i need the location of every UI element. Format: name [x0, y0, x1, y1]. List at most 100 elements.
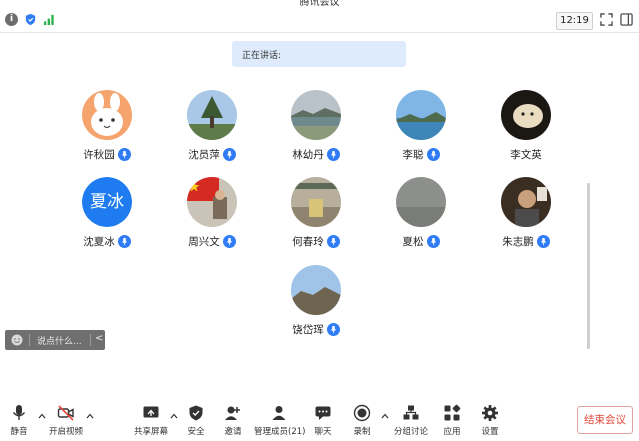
speaking-banner: 正在讲话:: [232, 41, 406, 67]
mute-label: 静音: [10, 427, 28, 437]
meeting-toolbar: 静音 开启视频 共享屏幕 安全 邀请 管理成员(21) 聊天 录制 分组讨论 应…: [0, 400, 639, 441]
invite-label: 邀请: [224, 427, 242, 437]
gray-photo-avatar: [396, 177, 446, 227]
participant-tile[interactable]: 周兴文: [162, 177, 262, 257]
participant-name: 周兴文: [188, 236, 220, 248]
mic-on-icon: [222, 148, 236, 161]
coast-photo-avatar: [291, 90, 341, 140]
mute-button[interactable]: 静音: [5, 404, 33, 438]
shield-icon: [189, 405, 203, 421]
chat-label: 聊天: [314, 427, 332, 437]
manage-members-button[interactable]: 管理成员(21): [254, 404, 305, 438]
participant-name-row: 沈夏冰: [57, 234, 157, 249]
mic-on-icon: [117, 235, 131, 248]
participant-tile[interactable]: 饶岱珲: [266, 265, 366, 345]
participant-tile[interactable]: 李文英: [476, 90, 576, 170]
avatar: [187, 90, 237, 140]
participant-name: 许秋园: [83, 149, 115, 161]
chevron-up-icon[interactable]: [170, 412, 178, 420]
avatar: [82, 90, 132, 140]
chevron-up-icon[interactable]: [38, 412, 46, 420]
shield-icon[interactable]: [24, 13, 37, 26]
start-video-label: 开启视频: [48, 427, 83, 437]
mic-on-icon: [326, 235, 340, 248]
info-icon[interactable]: i: [5, 13, 18, 26]
person-photo-avatar: [501, 177, 551, 227]
emoji-icon[interactable]: [11, 334, 23, 346]
settings-button[interactable]: 设置: [478, 404, 502, 438]
participant-name-row: 饶岱珲: [266, 322, 366, 337]
avatar: [396, 90, 446, 140]
participant-name-row: 沈员萍: [162, 147, 262, 162]
participant-tile[interactable]: 何春玲: [266, 177, 366, 257]
chat-icon: [315, 406, 331, 420]
participant-name: 朱志鹏: [502, 236, 534, 248]
record-label: 录制: [353, 427, 371, 437]
record-icon: [353, 404, 371, 422]
share-screen-button[interactable]: 共享屏幕: [133, 404, 169, 438]
share-screen-label: 共享屏幕: [133, 427, 168, 437]
chat-placeholder: 说点什么...: [37, 337, 82, 347]
avatar: [501, 90, 551, 140]
participant-tile[interactable]: 朱志鹏: [476, 177, 576, 257]
avatar: [291, 265, 341, 315]
participant-tile[interactable]: 沈员萍: [162, 90, 262, 170]
record-button[interactable]: 录制: [350, 404, 374, 438]
mic-on-icon: [426, 148, 440, 161]
mic-on-icon: [326, 323, 340, 336]
participant-tile[interactable]: 许秋园: [57, 90, 157, 170]
avatar: [187, 177, 237, 227]
microphone-icon: [12, 405, 26, 420]
participant-name-row: 李聪: [371, 147, 471, 162]
avatar: 夏冰: [82, 177, 132, 227]
start-video-button[interactable]: 开启视频: [48, 404, 84, 438]
breakout-rooms-label: 分组讨论: [393, 427, 428, 437]
participant-name: 夏松: [402, 236, 424, 248]
participant-tile[interactable]: 林幼丹: [266, 90, 366, 170]
top-bar: i 12:19: [0, 6, 639, 33]
participant-name-row: 林幼丹: [266, 147, 366, 162]
settings-label: 设置: [481, 427, 499, 437]
participant-name: 林幼丹: [292, 149, 324, 161]
chat-button[interactable]: 聊天: [311, 404, 335, 438]
signal-icon: [43, 14, 54, 26]
security-label: 安全: [187, 427, 205, 437]
breakout-rooms-button[interactable]: 分组讨论: [393, 404, 429, 438]
participant-name: 何春玲: [292, 236, 324, 248]
collapse-chat-button[interactable]: <: [95, 333, 103, 344]
end-meeting-button[interactable]: 结束会议: [577, 406, 633, 434]
avatar: [291, 90, 341, 140]
participant-name: 沈员萍: [188, 149, 220, 161]
participant-name: 沈夏冰: [83, 236, 115, 248]
avatar: [291, 177, 341, 227]
mic-on-icon: [117, 148, 131, 161]
side-panel-icon[interactable]: [620, 13, 633, 26]
participant-name-row: 朱志鹏: [476, 234, 576, 249]
chevron-up-icon[interactable]: [381, 412, 389, 420]
participant-name: 饶岱珲: [292, 324, 324, 336]
fullscreen-icon[interactable]: [600, 13, 613, 26]
apps-button[interactable]: 应用: [440, 404, 464, 438]
participant-tile[interactable]: 夏冰 沈夏冰: [57, 177, 157, 257]
quick-chat-input[interactable]: 说点什么... <: [5, 330, 105, 350]
breakout-icon: [403, 405, 419, 420]
invite-button[interactable]: 邀请: [221, 404, 245, 438]
hill-photo-avatar: [291, 265, 341, 315]
apps-icon: [444, 404, 461, 421]
scrollbar-thumb[interactable]: [587, 183, 590, 349]
security-button[interactable]: 安全: [184, 404, 208, 438]
mic-on-icon: [426, 235, 440, 248]
participant-tile[interactable]: 李聪: [371, 90, 471, 170]
mic-on-icon: [536, 235, 550, 248]
apps-label: 应用: [443, 427, 461, 437]
avatar: [501, 177, 551, 227]
scrollbar[interactable]: [587, 183, 590, 349]
mic-on-icon: [326, 148, 340, 161]
participant-name-row: 许秋园: [57, 147, 157, 162]
flag-photo-avatar: [187, 177, 237, 227]
room-photo-avatar: [291, 177, 341, 227]
share-screen-icon: [143, 406, 159, 418]
participant-tile[interactable]: 夏松: [371, 177, 471, 257]
participant-name-row: 李文英: [476, 147, 576, 162]
chevron-up-icon[interactable]: [86, 412, 94, 420]
